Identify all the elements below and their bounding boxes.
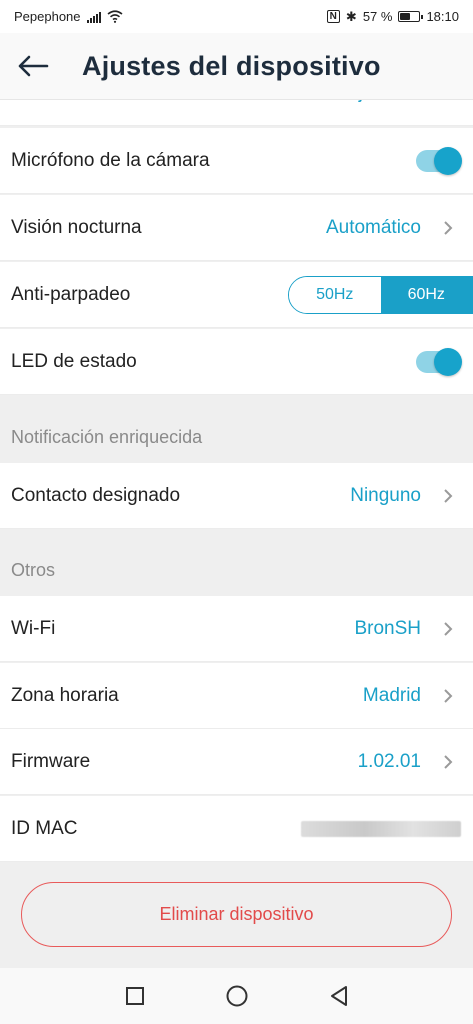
- night-vision-label: Visión nocturna: [11, 216, 142, 238]
- mac-id-label: ID MAC: [11, 817, 78, 839]
- chevron-right-icon: [435, 218, 461, 238]
- night-vision-value: Automático: [325, 216, 421, 238]
- timezone-label: Zona horaria: [11, 684, 119, 706]
- status-led-toggle[interactable]: [416, 347, 462, 376]
- app-header: Ajustes del dispositivo: [0, 33, 473, 100]
- battery-percent: 57 %: [362, 9, 393, 24]
- mac-id-value-redacted: [301, 820, 461, 837]
- clock: 18:10: [426, 9, 459, 24]
- section-header-others: Otros: [0, 537, 473, 603]
- home-button[interactable]: [222, 981, 252, 1011]
- triangle-back-icon: [330, 986, 347, 1006]
- carrier-name: Pepephone: [14, 9, 81, 24]
- chevron-right-icon: [435, 686, 461, 706]
- signal-icon: [86, 11, 101, 23]
- battery-fill: [400, 13, 411, 20]
- settings-list[interactable]: Almacenamiento Tarjeta SD Micrófono de l…: [0, 60, 473, 980]
- arrow-left-icon: [18, 55, 49, 77]
- camera-microphone-toggle[interactable]: [416, 146, 462, 175]
- flicker-option-50hz[interactable]: 50Hz: [289, 276, 381, 313]
- delete-device-button[interactable]: Eliminar dispositivo: [21, 882, 452, 947]
- row-timezone[interactable]: Zona horaria Madrid: [0, 663, 473, 729]
- row-wifi[interactable]: Wi-Fi BronSH: [0, 596, 473, 662]
- timezone-value: Madrid: [362, 684, 421, 706]
- battery-icon: [398, 11, 424, 22]
- status-bar: Pepephone N ✱ 57 % 18:10: [0, 0, 473, 33]
- anti-flicker-segmented-control: 50Hz 60Hz: [288, 275, 473, 314]
- flicker-option-60hz[interactable]: 60Hz: [380, 276, 472, 313]
- designated-contact-label: Contacto designado: [11, 484, 181, 506]
- camera-microphone-label: Micrófono de la cámara: [11, 149, 210, 171]
- back-button[interactable]: [8, 46, 58, 86]
- chevron-right-icon: [435, 619, 461, 639]
- anti-flicker-label: Anti-parpadeo: [11, 283, 131, 305]
- bluetooth-icon: ✱: [345, 8, 357, 24]
- system-nav-bar: [0, 968, 473, 1024]
- wifi-value: BronSH: [354, 617, 421, 639]
- row-firmware[interactable]: Firmware 1.02.01: [0, 729, 473, 795]
- status-led-label: LED de estado: [11, 350, 137, 372]
- row-mac-id: ID MAC: [0, 796, 473, 862]
- page-title: Ajustes del dispositivo: [82, 50, 381, 81]
- wifi-icon: [107, 10, 123, 23]
- toggle-knob: [434, 347, 462, 376]
- firmware-value: 1.02.01: [357, 750, 421, 772]
- row-anti-flicker: Anti-parpadeo 50Hz 60Hz: [0, 262, 473, 328]
- system-back-button[interactable]: [324, 981, 354, 1011]
- row-status-led: LED de estado: [0, 329, 473, 395]
- row-camera-microphone: Micrófono de la cámara: [0, 128, 473, 194]
- nfc-icon: N: [326, 10, 340, 23]
- firmware-label: Firmware: [11, 750, 91, 772]
- chevron-right-icon: [435, 752, 461, 772]
- row-night-vision[interactable]: Visión nocturna Automático: [0, 195, 473, 261]
- row-designated-contact[interactable]: Contacto designado Ninguno: [0, 463, 473, 529]
- chevron-right-icon: [435, 486, 461, 506]
- square-icon: [125, 987, 144, 1005]
- section-header-notifications: Notificación enriquecida: [0, 404, 473, 470]
- circle-icon: [226, 985, 247, 1007]
- wifi-label: Wi-Fi: [11, 617, 56, 639]
- recents-button[interactable]: [120, 981, 150, 1011]
- designated-contact-value: Ninguno: [350, 484, 421, 506]
- toggle-knob: [434, 146, 462, 175]
